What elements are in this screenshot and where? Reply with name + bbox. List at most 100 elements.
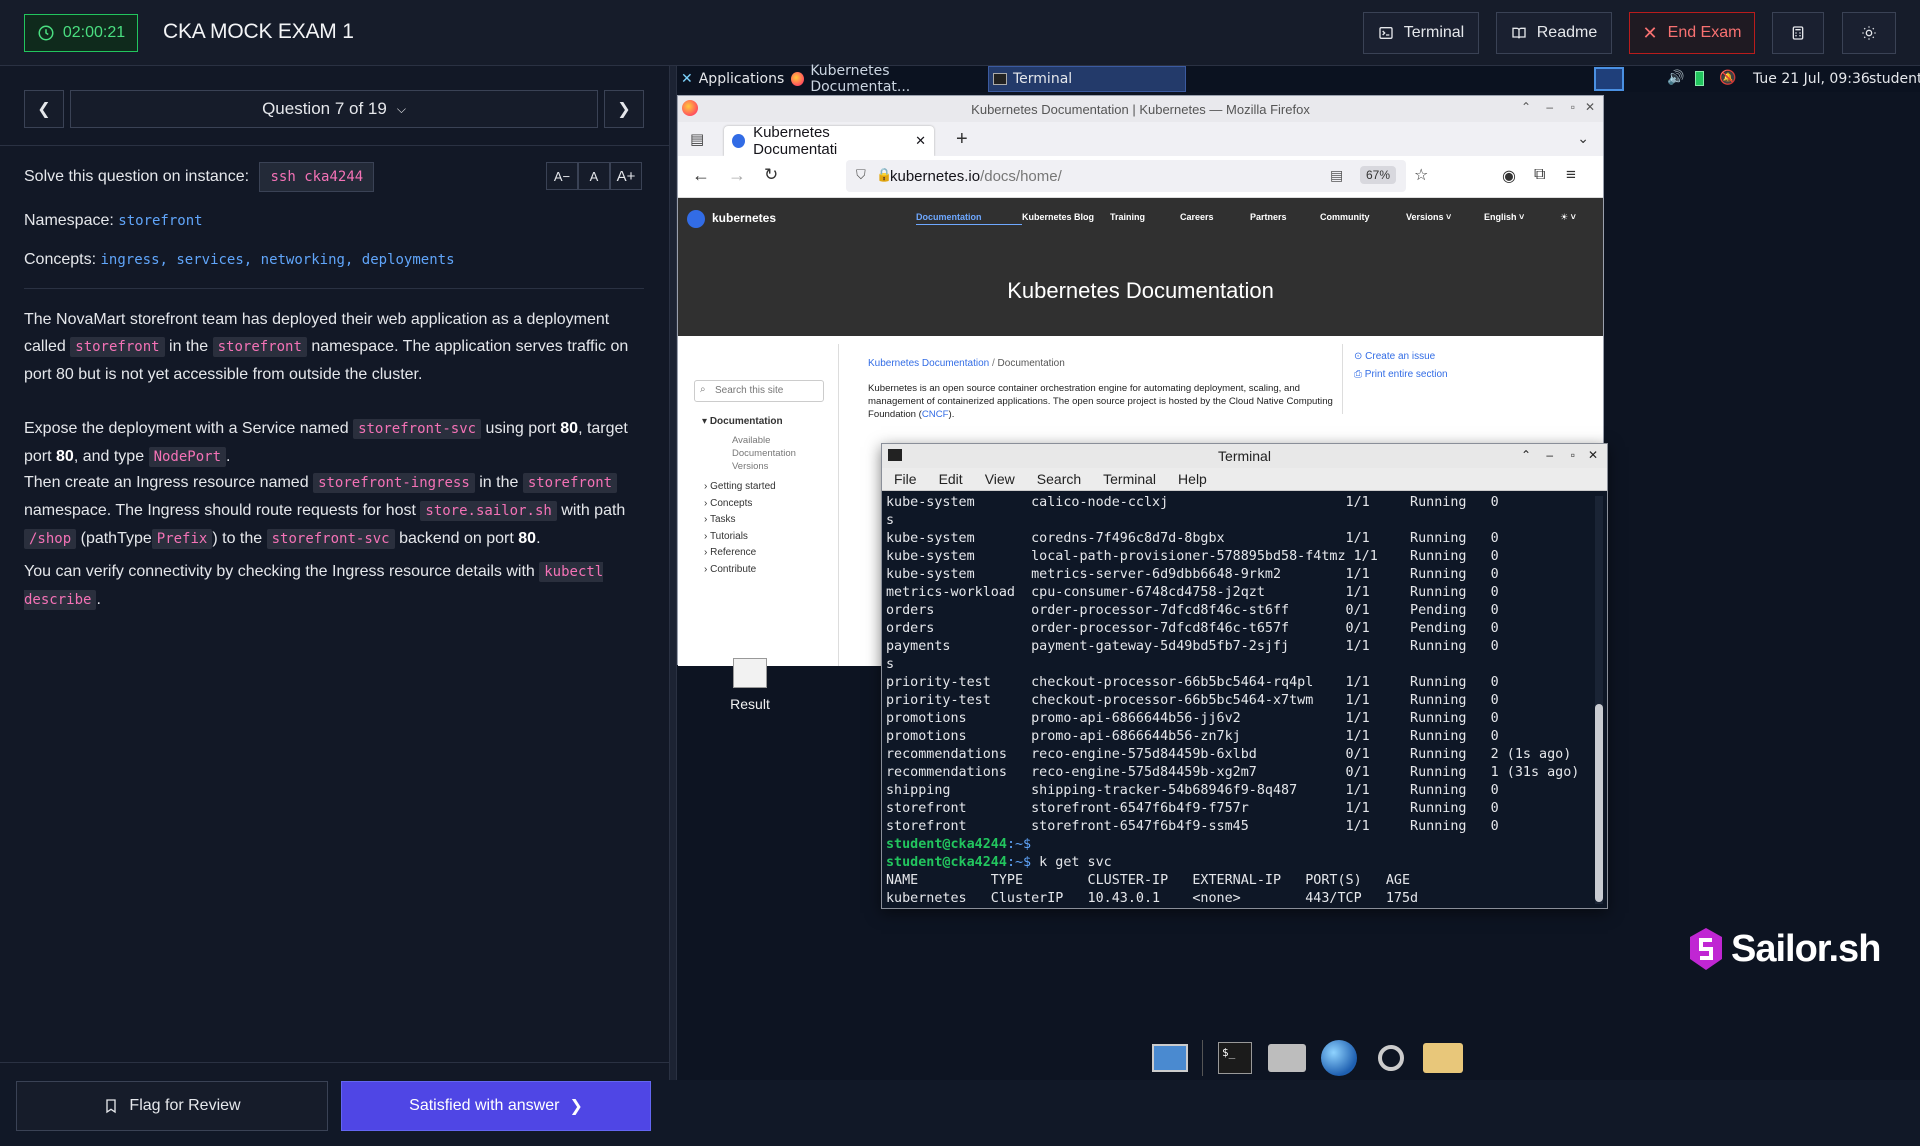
terminal-output[interactable]: kube-system calico-node-cclxj 1/1 Runnin…: [886, 494, 1590, 906]
account-icon[interactable]: ◉: [1502, 166, 1516, 186]
terminal-button[interactable]: Terminal: [1363, 12, 1479, 54]
nav-versions[interactable]: Versions ˅: [1406, 212, 1484, 225]
sidebar-available-versions[interactable]: Available Documentation Versions: [732, 434, 796, 473]
extensions-icon[interactable]: ⧉: [1534, 166, 1545, 184]
sidebar-item[interactable]: › Tasks: [704, 512, 776, 529]
text: Available: [732, 435, 771, 446]
sidebar-documentation[interactable]: ▾ Documentation: [702, 416, 783, 427]
close-tab-icon[interactable]: ✕: [915, 133, 926, 149]
app-finder-icon[interactable]: [1371, 1039, 1411, 1077]
taskbar-firefox[interactable]: Kubernetes Documentat...: [787, 63, 985, 95]
text: Concepts: [710, 497, 753, 509]
nav-community[interactable]: Community: [1320, 212, 1406, 225]
url-bar[interactable]: ⛉ 🔒 kubernetes.io/docs/home/ ▤ 67% ☆: [846, 160, 1428, 192]
text: .: [536, 530, 541, 547]
nav-careers[interactable]: Careers: [1180, 212, 1250, 225]
maximize-icon[interactable]: ▫: [1571, 100, 1575, 114]
instance-command[interactable]: ssh cka4244: [259, 162, 375, 192]
breadcrumb-link[interactable]: Kubernetes Documentation: [868, 358, 989, 369]
sidebar-item[interactable]: › Tutorials: [704, 529, 776, 546]
terminal-launcher-icon[interactable]: $_: [1215, 1039, 1255, 1077]
calculator-button[interactable]: [1772, 12, 1824, 54]
volume-icon[interactable]: 🔊: [1667, 70, 1684, 86]
notifications-muted-icon[interactable]: 🔕: [1719, 70, 1736, 86]
nav-blog[interactable]: Kubernetes Blog: [1022, 212, 1110, 225]
cncf-link[interactable]: CNCF: [922, 409, 949, 420]
create-issue-link[interactable]: ⊙ Create an issue: [1354, 348, 1448, 366]
previous-question-button[interactable]: ❮: [24, 90, 64, 128]
next-question-button[interactable]: ❯: [604, 90, 644, 128]
book-icon: [1512, 27, 1526, 39]
bookmark-star-icon[interactable]: ☆: [1414, 165, 1428, 185]
readme-button[interactable]: Readme: [1496, 12, 1612, 54]
menu-help[interactable]: Help: [1178, 471, 1207, 487]
forward-icon[interactable]: →: [728, 165, 746, 186]
home-folder-icon[interactable]: [1267, 1039, 1307, 1077]
theme-toggle-button[interactable]: [1842, 12, 1896, 54]
text: .: [96, 591, 101, 608]
satisfied-button[interactable]: Satisfied with answer ❯: [341, 1081, 651, 1131]
terminal-prompt-line: student@cka4244:~$ k get svc: [886, 854, 1590, 872]
menu-edit[interactable]: Edit: [939, 471, 963, 487]
reader-view-icon[interactable]: ▤: [1330, 167, 1343, 184]
terminal-window[interactable]: Terminal ⌃ ‒ ▫ ✕ File Edit View Search T…: [881, 443, 1608, 909]
zoom-level[interactable]: 67%: [1360, 166, 1397, 184]
terminal-scrollbar-thumb[interactable]: [1595, 704, 1603, 902]
nav-partners[interactable]: Partners: [1250, 212, 1320, 225]
desktop-icon-result[interactable]: Result: [717, 658, 783, 712]
prompt-user: student@cka4244: [886, 837, 1007, 852]
files-folder-icon[interactable]: [1423, 1039, 1463, 1077]
close-icon[interactable]: ✕: [1588, 448, 1598, 462]
user-menu[interactable]: student: [1869, 71, 1920, 87]
nav-documentation[interactable]: Documentation: [916, 212, 1022, 225]
bold-text: 80: [518, 530, 537, 547]
back-icon[interactable]: ←: [692, 165, 710, 186]
site-search-input[interactable]: ⌕ Search this site: [694, 380, 824, 402]
list-tabs-icon[interactable]: ⌄: [1577, 130, 1589, 147]
font-decrease-button[interactable]: A−: [546, 162, 578, 190]
minimize-icon[interactable]: ‒: [1546, 100, 1553, 114]
taskbar-terminal[interactable]: Terminal: [988, 66, 1186, 92]
print-section-link[interactable]: ⎙ Print entire section: [1354, 366, 1448, 384]
divider: [0, 145, 670, 146]
terminal-row: payments payment-gateway-5d49bd5fb7-2sjf…: [886, 639, 1590, 654]
nav-language[interactable]: English ˅: [1484, 212, 1560, 225]
menu-view[interactable]: View: [985, 471, 1015, 487]
minimize-icon[interactable]: ‒: [1546, 448, 1553, 462]
show-desktop-icon[interactable]: [1150, 1039, 1190, 1077]
question-selector[interactable]: Question 7 of 19 ⌵: [70, 90, 598, 128]
web-browser-icon[interactable]: [1319, 1039, 1359, 1077]
end-exam-button[interactable]: ✕ End Exam: [1629, 12, 1755, 54]
terminal-app-icon: [888, 449, 902, 461]
text: ).: [948, 409, 955, 420]
panel-resize-handle[interactable]: [670, 66, 677, 1080]
text: Then create an Ingress resource named: [24, 474, 309, 491]
font-increase-button[interactable]: A+: [610, 162, 642, 190]
new-tab-icon[interactable]: +: [956, 128, 968, 151]
tab-kubernetes-docs[interactable]: Kubernetes Documentati ✕: [724, 124, 934, 158]
shade-icon[interactable]: ⌃: [1521, 100, 1531, 114]
tab-overview-icon[interactable]: ▤: [690, 130, 704, 148]
site-nav: Documentation Kubernetes Blog Training C…: [916, 212, 1590, 225]
workspace-switcher[interactable]: [1594, 67, 1624, 91]
font-reset-button[interactable]: A: [578, 162, 610, 190]
terminal-window-title: Terminal: [1218, 448, 1271, 464]
close-icon: ✕: [1642, 22, 1658, 43]
sidebar-item[interactable]: › Contribute: [704, 562, 776, 579]
reload-icon[interactable]: ↻: [764, 165, 778, 185]
shade-icon[interactable]: ⌃: [1521, 448, 1531, 462]
menu-icon[interactable]: ≡: [1566, 165, 1576, 185]
flag-for-review-button[interactable]: Flag for Review: [16, 1081, 328, 1131]
close-icon[interactable]: ✕: [1585, 100, 1595, 114]
sidebar-item[interactable]: › Concepts: [704, 496, 776, 513]
menu-terminal[interactable]: Terminal: [1103, 471, 1156, 487]
clock[interactable]: Tue 21 Jul, 09:36: [1753, 71, 1870, 87]
nav-theme[interactable]: ☀ ˅: [1560, 212, 1590, 225]
nav-training[interactable]: Training: [1110, 212, 1180, 225]
menu-file[interactable]: File: [894, 471, 917, 487]
applications-menu[interactable]: ✕ Applications: [677, 66, 787, 92]
sidebar-item[interactable]: › Getting started: [704, 479, 776, 496]
sidebar-item[interactable]: › Reference: [704, 545, 776, 562]
menu-search[interactable]: Search: [1037, 471, 1081, 487]
maximize-icon[interactable]: ▫: [1571, 448, 1575, 462]
